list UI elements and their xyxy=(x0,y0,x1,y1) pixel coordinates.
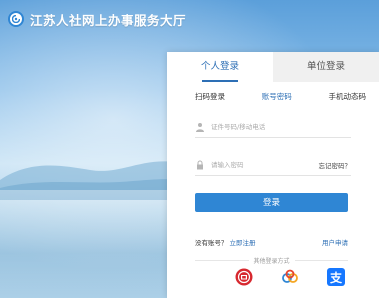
login-tabs: 个人登录 单位登录 xyxy=(167,52,379,82)
password-input[interactable] xyxy=(211,161,311,169)
divider-left xyxy=(195,260,249,261)
user-apply-link[interactable]: 用户申请 xyxy=(322,237,348,247)
forgot-password-link[interactable]: 忘记密码？ xyxy=(319,160,352,170)
account-field xyxy=(195,117,351,138)
user-icon xyxy=(196,123,204,132)
tab-personal-login[interactable]: 个人登录 xyxy=(167,52,273,82)
login-panel: 个人登录 单位登录 扫码登录 账号密码 手机动态码 忘记密码？ 登录 没有账号？… xyxy=(167,52,379,298)
alipay-icon[interactable]: 支 xyxy=(327,268,345,286)
register-row: 没有账号？ 立即注册 用户申请 xyxy=(195,237,348,247)
jiangsu-hrss-logo-icon xyxy=(8,11,24,27)
subtab-qrcode-login[interactable]: 扫码登录 xyxy=(195,91,225,102)
other-login-label: 其他登录方式 xyxy=(253,258,290,265)
social-login-icons: 支 xyxy=(235,268,345,286)
lock-icon xyxy=(197,160,203,170)
login-button[interactable]: 登录 xyxy=(195,193,348,212)
register-link[interactable]: 立即注册 xyxy=(230,237,256,247)
account-input[interactable] xyxy=(211,123,311,131)
hrss-app-icon[interactable] xyxy=(235,268,253,286)
site-header: 江苏人社网上办事服务大厅 xyxy=(8,9,186,29)
password-field: 忘记密码？ xyxy=(195,155,351,176)
login-method-tabs: 扫码登录 账号密码 手机动态码 xyxy=(167,91,379,102)
register-prompt: 没有账号？ xyxy=(195,239,228,247)
tab-company-login[interactable]: 单位登录 xyxy=(273,52,379,82)
other-login-divider: 其他登录方式 xyxy=(195,256,349,265)
cloud-app-icon[interactable] xyxy=(281,268,299,286)
divider-right xyxy=(294,260,349,261)
svg-text:支: 支 xyxy=(329,270,343,285)
subtab-sms-login[interactable]: 手机动态码 xyxy=(329,91,367,102)
site-title: 江苏人社网上办事服务大厅 xyxy=(30,12,187,28)
subtab-password-login[interactable]: 账号密码 xyxy=(262,91,292,102)
